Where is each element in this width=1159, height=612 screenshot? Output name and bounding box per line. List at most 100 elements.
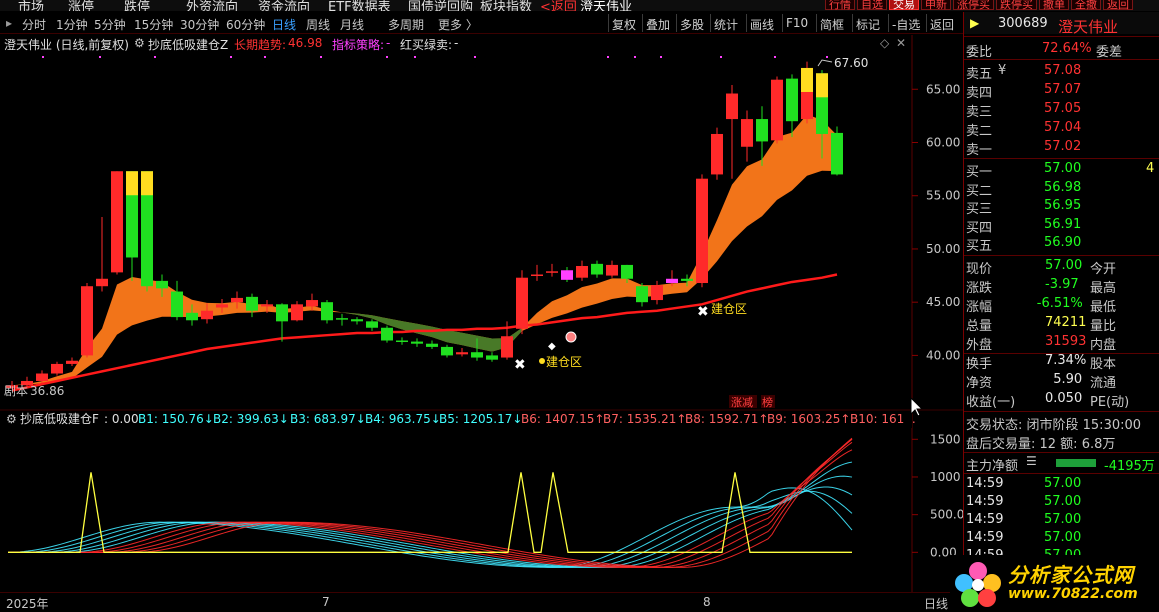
diamond-signal-icon: ◆ bbox=[548, 341, 556, 352]
ask-price: 57.04 bbox=[1044, 120, 1082, 135]
divider bbox=[964, 411, 1159, 412]
candle bbox=[81, 283, 93, 358]
signal-dot bbox=[154, 56, 156, 58]
candle-body bbox=[246, 296, 258, 311]
tick-price: 57.00 bbox=[1044, 476, 1082, 491]
low-price-label: 36.86 bbox=[30, 384, 64, 398]
high-price-label: 67.60 bbox=[834, 56, 868, 70]
candle-body bbox=[66, 360, 78, 364]
diamond-icon[interactable]: ◇ bbox=[880, 36, 889, 50]
candle-body bbox=[186, 312, 198, 321]
candle-body bbox=[261, 304, 273, 307]
candle-body bbox=[441, 346, 453, 356]
candle-body bbox=[51, 363, 63, 374]
candle bbox=[246, 293, 258, 318]
indicator-gear-icon[interactable]: ⚙ bbox=[6, 412, 17, 426]
stat-label: 总量 bbox=[966, 319, 993, 334]
stat-value: 7.34% bbox=[1045, 353, 1087, 368]
candle bbox=[591, 260, 603, 278]
candle bbox=[741, 110, 753, 162]
quick-button[interactable]: 跌停买 bbox=[996, 0, 1037, 11]
candle-highlight bbox=[816, 73, 828, 98]
candle-highlight bbox=[801, 67, 813, 92]
quote-panel: ▶ 300689 澄天伟业 委比 72.64% 委差 卖五 ¥57.08 卖四 57.07 卖三 57… bbox=[963, 12, 1159, 612]
signal-value: - bbox=[454, 36, 459, 50]
close-icon[interactable]: ✕ bbox=[896, 36, 906, 50]
candle-body bbox=[171, 291, 183, 318]
stat-label: 换手 bbox=[966, 357, 993, 372]
quick-button[interactable]: 全撤 bbox=[1071, 0, 1101, 11]
candle-body bbox=[771, 79, 783, 141]
tick-time: 14:59 bbox=[966, 476, 1004, 491]
stat-label-2: 最高 bbox=[1090, 281, 1117, 296]
candle bbox=[576, 260, 588, 281]
stat-label: 涨幅 bbox=[966, 300, 993, 315]
divider bbox=[964, 255, 1159, 256]
candle bbox=[771, 76, 783, 144]
tick-time: 14:59 bbox=[966, 494, 1004, 509]
main-flow-bar bbox=[1056, 459, 1096, 467]
stat-label-2: 今开 bbox=[1090, 262, 1117, 277]
bid-label: 买四 bbox=[966, 220, 993, 236]
candle-body bbox=[516, 277, 528, 329]
candle bbox=[561, 267, 573, 282]
quick-button[interactable]: 撤单 bbox=[1039, 0, 1069, 11]
candle-body bbox=[681, 278, 693, 281]
candle-body bbox=[726, 93, 738, 120]
y-tick-label: 1000 bbox=[930, 470, 961, 484]
sub-series-value: B2: 399.63↓ bbox=[213, 412, 289, 426]
candle-body bbox=[351, 319, 363, 322]
main-flow-menu-icon[interactable]: ☰ bbox=[1026, 454, 1037, 468]
candle-body bbox=[651, 285, 663, 301]
stat-label-2: 流通 bbox=[1090, 376, 1117, 391]
stat-label-2: PE(动) bbox=[1090, 395, 1130, 410]
high-price-pointer bbox=[817, 59, 833, 67]
indicator-name[interactable]: 抄底低吸建仓Z bbox=[148, 36, 228, 53]
signal-dot bbox=[99, 56, 101, 58]
candle bbox=[276, 303, 288, 342]
candle-body bbox=[456, 352, 468, 355]
weibi-value: 72.64% bbox=[1042, 41, 1092, 56]
candle-body bbox=[756, 119, 768, 142]
limit-tag: 涨减 bbox=[731, 396, 753, 409]
sub-series-value: B6: 1407.15↑ bbox=[521, 412, 604, 426]
signal-dot bbox=[826, 56, 828, 58]
indicator-gear-icon[interactable]: ⚙ bbox=[134, 36, 145, 50]
y-tick-label: 50.00 bbox=[926, 242, 960, 256]
period-indicator[interactable]: 日线 bbox=[924, 595, 948, 612]
y-tick-label: 65.00 bbox=[926, 82, 960, 96]
candle bbox=[486, 352, 498, 362]
ask-label: 卖四 bbox=[966, 86, 993, 101]
candle-body bbox=[96, 278, 108, 287]
y-tick-label: 55.00 bbox=[926, 189, 960, 203]
buy-cross-icon: ✖ bbox=[697, 304, 709, 320]
candle-body bbox=[576, 265, 588, 278]
candle-body bbox=[636, 286, 648, 303]
y-tick-label: 500.0 bbox=[930, 508, 963, 522]
candle-body bbox=[696, 178, 708, 284]
y-tick-label: 1500 bbox=[930, 432, 961, 446]
long-trend-value: 46.98 bbox=[288, 36, 323, 50]
signal-dot bbox=[42, 56, 44, 58]
ask-label: 卖三 bbox=[966, 105, 993, 120]
logo-text: 分析家公式网 bbox=[1008, 563, 1134, 587]
trade-status: 交易状态: 闭市阶段 15:30:00 bbox=[966, 418, 1142, 433]
quick-button[interactable]: 返回 bbox=[1103, 0, 1133, 11]
stat-value: 31593 bbox=[1045, 334, 1087, 349]
ask-label: 卖一 bbox=[966, 143, 993, 158]
stat-label: 外盘 bbox=[966, 338, 993, 353]
candle bbox=[51, 361, 63, 376]
sub-series-value: B1: 150.76↓ bbox=[138, 412, 214, 426]
expand-icon[interactable]: ▶ bbox=[970, 16, 979, 30]
signal-dot bbox=[230, 56, 232, 58]
candle bbox=[126, 171, 138, 281]
candle bbox=[351, 317, 363, 325]
divider bbox=[964, 158, 1159, 159]
bid-label: 买五 bbox=[966, 239, 993, 254]
sub-indicator-name[interactable]: 抄底低吸建仓F bbox=[20, 411, 99, 426]
candle-body bbox=[666, 278, 678, 284]
candle-body bbox=[231, 297, 243, 303]
after-hours-volume: 盘后交易量: 12 额: 6.8万 bbox=[966, 437, 1116, 452]
signal-dot bbox=[634, 56, 636, 58]
sub-series-value: B3: 683.97↓ bbox=[290, 412, 366, 426]
